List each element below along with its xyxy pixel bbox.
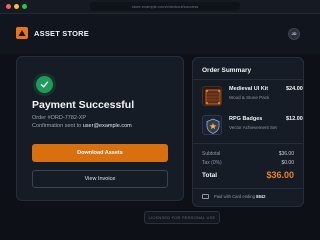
credit-card-icon xyxy=(202,194,209,199)
subtotal-label: Subtotal xyxy=(202,151,221,157)
confirmation-text: Confirmation sent to user@example.com xyxy=(32,123,132,129)
shield-badge-icon xyxy=(202,115,222,135)
item-name: RPG Badges xyxy=(229,116,263,122)
order-summary-title: Order Summary xyxy=(202,67,252,74)
total-label: Total xyxy=(202,172,218,179)
success-check-icon xyxy=(36,76,53,93)
summary-divider xyxy=(193,143,303,144)
confirmation-prefix: Confirmation sent to xyxy=(32,123,83,129)
total-value: $36.00 xyxy=(266,170,294,180)
payment-title: Payment Successful xyxy=(32,99,135,111)
item-name: Medieval UI Kit xyxy=(229,86,269,92)
window-titlebar: store.example.com/checkout/success xyxy=(0,0,320,14)
item-subtitle: Vector Achievement Set xyxy=(229,125,277,130)
summary-divider xyxy=(193,79,303,80)
user-avatar[interactable]: JD xyxy=(288,28,300,40)
confirmation-email: user@example.com xyxy=(82,123,132,129)
item-price: $24.00 xyxy=(286,86,303,92)
item-subtitle: Wood & Stone Pack xyxy=(229,95,270,100)
minimize-window-button[interactable] xyxy=(14,4,19,9)
tax-value: $0.00 xyxy=(281,160,294,166)
address-bar[interactable]: store.example.com/checkout/success xyxy=(90,2,240,11)
close-window-button[interactable] xyxy=(6,4,11,9)
order-number: Order #ORD-7782-XP xyxy=(32,115,87,121)
grid-tile-icon xyxy=(202,86,222,106)
item-price: $12.00 xyxy=(286,116,303,122)
store-logo-icon[interactable] xyxy=(16,27,28,39)
card-last4: 8842 xyxy=(256,194,266,199)
summary-divider xyxy=(193,188,303,189)
maximize-window-button[interactable] xyxy=(22,4,27,9)
payment-method: Paid with Card ending 8842 xyxy=(214,194,265,199)
tax-label: Tax (0%) xyxy=(202,160,222,166)
license-badge: LICENSED FOR PERSONAL USE xyxy=(144,211,220,224)
download-assets-button[interactable]: Download Assets xyxy=(32,144,168,162)
subtotal-value: $36.00 xyxy=(278,151,294,157)
paid-prefix: Paid with Card ending xyxy=(214,194,257,199)
view-invoice-button[interactable]: View Invoice xyxy=(32,170,168,188)
brand-name[interactable]: ASSET STORE xyxy=(34,29,89,38)
